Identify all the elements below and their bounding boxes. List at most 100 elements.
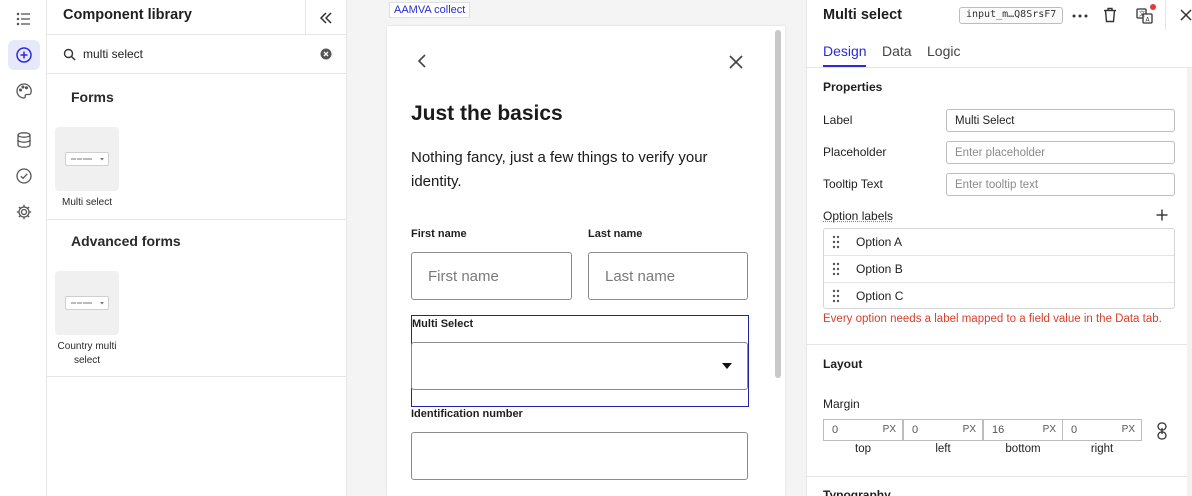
- placeholder-field-label: Placeholder: [823, 145, 887, 159]
- flow-tag[interactable]: AAMVA collect: [389, 2, 471, 18]
- list-icon: [15, 10, 33, 28]
- section-heading-forms: Forms: [71, 89, 114, 105]
- check-circle-icon: [15, 167, 33, 185]
- option-row[interactable]: Option A: [824, 229, 1174, 256]
- last-name-label: Last name: [588, 228, 643, 240]
- clear-search-icon[interactable]: [320, 48, 332, 60]
- properties-body: Properties Label Placeholder Tooltip Tex…: [807, 68, 1187, 496]
- select-preview-icon: [65, 152, 109, 166]
- first-name-input[interactable]: [411, 252, 572, 300]
- margin-bottom-input[interactable]: 16 PX: [983, 419, 1063, 441]
- palette-icon: [15, 82, 33, 100]
- identification-number-label: Identification number: [411, 408, 523, 420]
- component-tile-country-multi-select[interactable]: [55, 271, 119, 335]
- section-divider: [47, 219, 346, 220]
- section-divider: [47, 376, 346, 377]
- tab-design[interactable]: Design: [823, 43, 867, 59]
- option-row[interactable]: Option B: [824, 256, 1174, 283]
- rail-item-checks[interactable]: [8, 161, 40, 191]
- drag-handle-icon[interactable]: [832, 262, 840, 276]
- margin-unit: PX: [882, 424, 896, 435]
- margin-right-input[interactable]: 0 PX: [1062, 419, 1142, 441]
- margin-unit: PX: [1121, 424, 1135, 435]
- tooltip-field-label: Tooltip Text: [823, 177, 883, 191]
- library-title: Component library: [63, 7, 192, 23]
- add-circle-icon: [15, 46, 33, 64]
- component-tile-multi-select[interactable]: [55, 127, 119, 191]
- properties-panel: Multi select input_m…Q8SrsF7 文A Design D…: [806, 0, 1192, 496]
- library-header: Component library: [47, 0, 346, 35]
- editor-canvas: AAMVA collect Just the basics Nothing fa…: [347, 0, 806, 496]
- first-name-label: First name: [411, 228, 467, 240]
- option-row[interactable]: Option C: [824, 283, 1174, 310]
- multi-select-label: Multi Select: [412, 318, 474, 330]
- label-field-input[interactable]: [946, 109, 1175, 132]
- section-divider: [807, 476, 1187, 477]
- component-title: Multi select: [823, 7, 902, 23]
- tooltip-field-input[interactable]: [946, 173, 1175, 196]
- collapse-panel-button[interactable]: [305, 0, 346, 35]
- option-label: Option B: [856, 262, 903, 276]
- back-chevron-icon[interactable]: [416, 53, 430, 69]
- search-input[interactable]: [83, 45, 303, 63]
- notification-dot: [1150, 4, 1156, 10]
- double-chevron-left-icon: [319, 11, 333, 25]
- margin-value: 0: [912, 424, 919, 436]
- typography-heading: Typography: [823, 488, 891, 496]
- last-name-input[interactable]: [588, 252, 748, 300]
- more-options-icon[interactable]: [1071, 8, 1089, 24]
- component-library-panel: Component library Forms Multi select Adv…: [47, 0, 347, 496]
- margin-value: 0: [1071, 424, 1078, 436]
- label-field-label: Label: [823, 113, 853, 127]
- drag-handle-icon[interactable]: [832, 235, 840, 249]
- multi-select-dropdown[interactable]: [411, 342, 748, 390]
- section-heading-advanced-forms: Advanced forms: [71, 233, 181, 249]
- drag-handle-icon[interactable]: [832, 289, 840, 303]
- left-rail: [0, 0, 47, 496]
- close-panel-icon[interactable]: [1179, 8, 1192, 22]
- rail-item-components[interactable]: [8, 40, 40, 70]
- margin-top-input[interactable]: 0 PX: [823, 419, 903, 441]
- rail-item-settings[interactable]: [8, 197, 40, 227]
- select-preview-icon: [65, 296, 109, 310]
- trash-icon[interactable]: [1103, 7, 1117, 23]
- margin-unit: PX: [1042, 424, 1056, 435]
- margin-unit: PX: [962, 424, 976, 435]
- component-tile-label: Multi select: [61, 197, 112, 208]
- option-list: Option A Option B Option C: [823, 228, 1175, 309]
- add-option-icon[interactable]: [1156, 209, 1168, 221]
- tab-data[interactable]: Data: [882, 43, 912, 59]
- rail-item-theme[interactable]: [8, 76, 40, 106]
- component-id-badge[interactable]: input_m…Q8SrsF7: [959, 7, 1064, 24]
- rail-item-pages[interactable]: [8, 4, 40, 34]
- margin-caption: top: [855, 443, 871, 455]
- library-search: [47, 35, 346, 74]
- preview-scrollbar[interactable]: [775, 30, 781, 378]
- close-icon[interactable]: [728, 54, 744, 70]
- component-tile-label: Country multi select: [57, 341, 117, 366]
- margin-label: Margin: [823, 397, 860, 411]
- properties-heading: Properties: [823, 80, 883, 94]
- section-divider: [807, 344, 1187, 345]
- margin-left-input[interactable]: 0 PX: [903, 419, 983, 441]
- margin-caption: bottom: [1005, 443, 1041, 455]
- option-error-message: Every option needs a label mapped to a f…: [823, 313, 1162, 325]
- search-icon: [63, 48, 76, 61]
- identification-number-input[interactable]: [411, 432, 748, 480]
- form-description: Nothing fancy, just a few things to veri…: [411, 149, 708, 190]
- option-labels-label: Option labels: [823, 209, 894, 223]
- link-margins-icon[interactable]: [1156, 422, 1168, 440]
- caret-down-icon: [722, 363, 732, 369]
- rail-item-data[interactable]: [8, 125, 40, 155]
- properties-scrollbar[interactable]: [1187, 68, 1192, 496]
- margin-caption: left: [935, 443, 951, 455]
- tab-logic[interactable]: Logic: [927, 43, 960, 59]
- form-title: Just the basics: [411, 102, 563, 125]
- option-label: Option A: [856, 235, 903, 249]
- layout-heading: Layout: [823, 357, 863, 371]
- placeholder-field-input[interactable]: [946, 141, 1175, 164]
- svg-text:文: 文: [1139, 10, 1145, 18]
- margin-value: 16: [992, 424, 1005, 436]
- gear-icon: [15, 203, 33, 221]
- form-preview-frame: Just the basics Nothing fancy, just a fe…: [387, 26, 785, 496]
